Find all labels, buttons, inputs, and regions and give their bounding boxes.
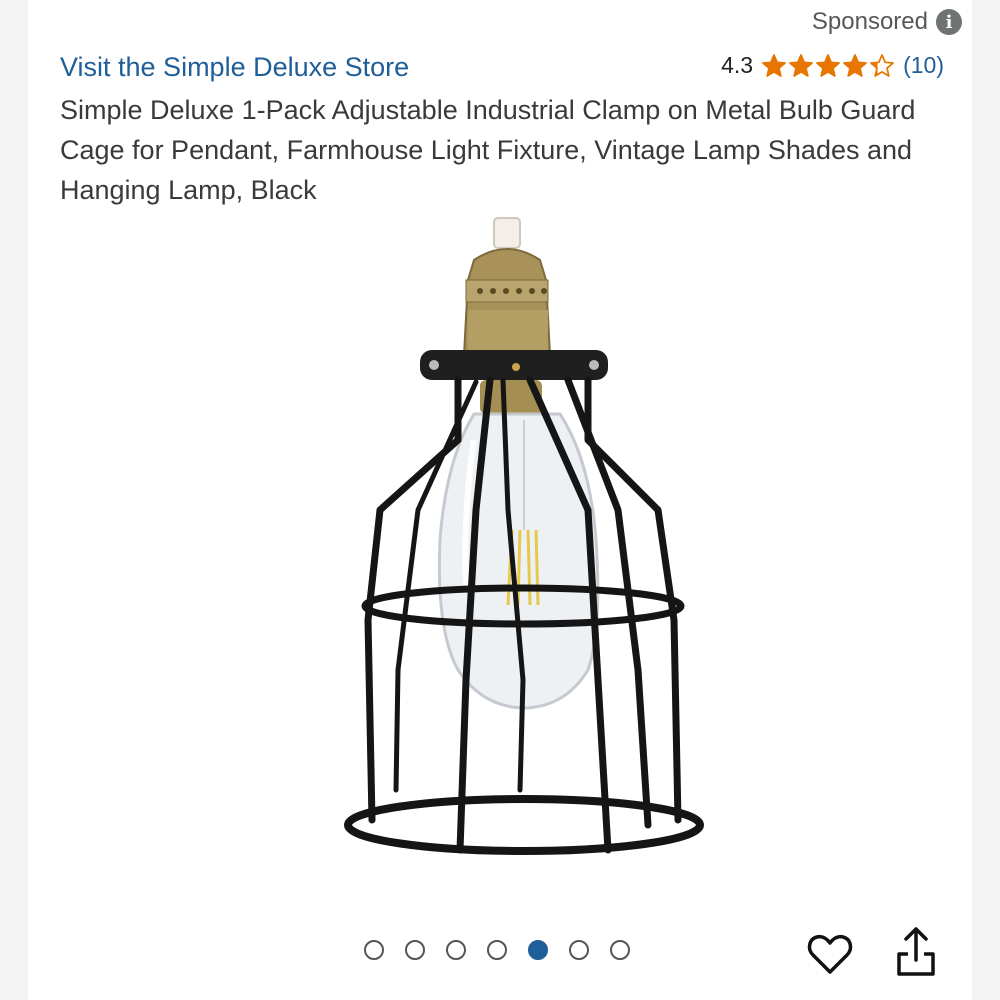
rating-count[interactable]: (10) <box>903 52 944 79</box>
star-icon <box>843 53 868 77</box>
carousel-dot[interactable] <box>569 940 589 960</box>
sponsored-text: Sponsored <box>811 8 928 35</box>
carousel-dot[interactable] <box>487 940 507 960</box>
heart-icon[interactable] <box>806 930 854 978</box>
rating-stars[interactable] <box>761 53 895 79</box>
product-card: Sponsored i Visit the Simple Deluxe Stor… <box>28 0 972 1000</box>
carousel-dot[interactable] <box>446 940 466 960</box>
share-icon[interactable] <box>895 926 937 978</box>
rating-value: 4.3 <box>721 52 754 78</box>
carousel-dot[interactable] <box>610 940 630 960</box>
info-icon[interactable]: i <box>936 9 962 35</box>
cage-pendant-lamp-image[interactable] <box>298 210 718 870</box>
sponsored-label: Sponsored i <box>812 8 962 36</box>
socket-cap <box>493 217 521 249</box>
star-icon <box>816 53 841 77</box>
rating[interactable]: 4.3 (10) <box>721 52 944 79</box>
carousel-dot[interactable] <box>405 940 425 960</box>
star-icon <box>789 53 814 77</box>
product-title: Simple Deluxe 1-Pack Adjustable Industri… <box>60 95 916 205</box>
carousel-dot[interactable] <box>364 940 384 960</box>
star-icon <box>870 53 895 77</box>
store-link[interactable]: Visit the Simple Deluxe Store <box>60 52 409 83</box>
carousel-dot[interactable] <box>528 940 548 960</box>
image-carousel-dots <box>364 940 630 960</box>
star-icon <box>762 53 787 77</box>
